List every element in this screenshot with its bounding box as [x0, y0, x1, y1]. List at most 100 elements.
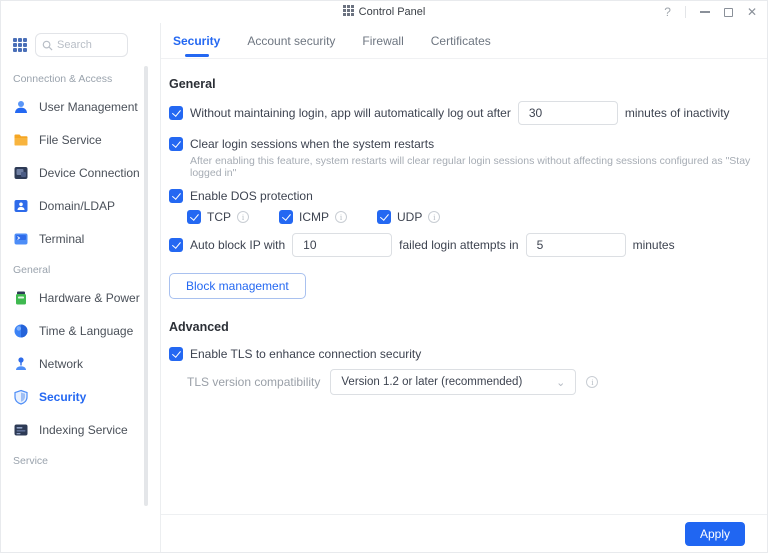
sidebar-item-label: Domain/LDAP	[39, 198, 115, 215]
sidebar-item-device-connection[interactable]: Device Connection	[13, 165, 160, 182]
folder-icon	[13, 132, 29, 148]
sidebar-nav: Connection & Access User Management File…	[1, 73, 160, 467]
protocol-tcp: TCP i	[187, 210, 249, 224]
tls-version-dropdown[interactable]: Version 1.2 or later (recommended) ⌄	[330, 369, 576, 395]
enable-tls-row: Enable TLS to enhance connection securit…	[169, 347, 755, 361]
auto-block-minutes-input[interactable]	[526, 233, 626, 257]
sidebar-item-security[interactable]: Security	[13, 389, 160, 406]
sidebar-item-label: Network	[39, 356, 83, 373]
udp-checkbox[interactable]	[377, 210, 391, 224]
tab-security[interactable]: Security	[173, 23, 220, 59]
auto-logout-label-before: Without maintaining login, app will auto…	[190, 106, 511, 120]
icmp-info-icon[interactable]: i	[335, 211, 347, 223]
dos-protocols-row: TCP i ICMP i UDP i	[187, 210, 755, 224]
protocol-icmp: ICMP i	[279, 210, 347, 224]
general-heading: General	[169, 77, 755, 91]
footer-bar: Apply	[161, 514, 767, 552]
search-box[interactable]	[35, 33, 128, 57]
sidebar-item-network[interactable]: Network	[13, 356, 160, 373]
tls-version-label: TLS version compatibility	[187, 375, 320, 389]
clear-sessions-checkbox[interactable]	[169, 137, 183, 151]
icmp-label: ICMP	[299, 210, 329, 224]
tab-bar: Security Account security Firewall Certi…	[161, 23, 767, 59]
auto-logout-minutes-input[interactable]	[518, 101, 618, 125]
protocol-udp: UDP i	[377, 210, 440, 224]
user-icon	[13, 99, 29, 115]
auto-block-label-middle: failed login attempts in	[399, 238, 518, 252]
udp-label: UDP	[397, 210, 422, 224]
tab-account-security[interactable]: Account security	[247, 23, 335, 59]
clear-sessions-row: Clear login sessions when the system res…	[169, 137, 755, 179]
sidebar-item-terminal[interactable]: Terminal	[13, 231, 160, 248]
titlebar-divider	[685, 6, 686, 18]
tab-certificates[interactable]: Certificates	[431, 23, 491, 59]
search-input[interactable]	[57, 39, 117, 51]
network-icon	[13, 356, 29, 372]
tab-firewall[interactable]: Firewall	[362, 23, 403, 59]
sidebar-item-label: Hardware & Power	[39, 290, 140, 307]
close-icon[interactable]: ✕	[747, 6, 757, 18]
sidebar-item-label: Indexing Service	[39, 422, 128, 439]
tls-info-icon[interactable]: i	[586, 376, 598, 388]
apply-button[interactable]: Apply	[685, 522, 745, 546]
sidebar-item-label: User Management	[39, 99, 138, 116]
sidebar-item-label: Terminal	[39, 231, 84, 248]
titlebar: Control Panel ? ✕	[1, 1, 767, 23]
section-label-connection-access: Connection & Access	[13, 73, 160, 85]
auto-block-checkbox[interactable]	[169, 238, 183, 252]
dos-protection-label: Enable DOS protection	[190, 189, 313, 203]
maximize-icon[interactable]	[724, 8, 733, 17]
dos-protection-row: Enable DOS protection	[169, 189, 755, 203]
sidebar-item-domain-ldap[interactable]: Domain/LDAP	[13, 198, 160, 215]
sidebar-item-indexing-service[interactable]: Indexing Service	[13, 422, 160, 439]
clear-sessions-label: Clear login sessions when the system res…	[190, 137, 434, 151]
auto-logout-label-after: minutes of inactivity	[625, 106, 730, 120]
search-icon	[42, 40, 53, 51]
sidebar-item-label: File Service	[39, 132, 102, 149]
clear-sessions-description: After enabling this feature, system rest…	[190, 155, 755, 179]
sidebar-item-label: Security	[39, 389, 86, 406]
section-label-general: General	[13, 264, 160, 276]
tls-version-value: Version 1.2 or later (recommended)	[341, 376, 522, 388]
tcp-label: TCP	[207, 210, 231, 224]
enable-tls-label: Enable TLS to enhance connection securit…	[190, 347, 421, 361]
window-title: Control Panel	[359, 6, 426, 18]
dos-protection-checkbox[interactable]	[169, 189, 183, 203]
sidebar-item-file-service[interactable]: File Service	[13, 132, 160, 149]
tls-version-row: TLS version compatibility Version 1.2 or…	[187, 369, 755, 395]
shield-icon	[13, 389, 29, 405]
tcp-info-icon[interactable]: i	[237, 211, 249, 223]
enable-tls-checkbox[interactable]	[169, 347, 183, 361]
sidebar-item-label: Time & Language	[39, 323, 133, 340]
tcp-checkbox[interactable]	[187, 210, 201, 224]
domain-icon	[13, 198, 29, 214]
auto-logout-row: Without maintaining login, app will auto…	[169, 101, 755, 125]
device-icon	[13, 165, 29, 181]
udp-info-icon[interactable]: i	[428, 211, 440, 223]
indexing-icon	[13, 422, 29, 438]
main-panel: Security Account security Firewall Certi…	[161, 23, 767, 552]
section-label-service: Service	[13, 455, 160, 467]
icmp-checkbox[interactable]	[279, 210, 293, 224]
sidebar-item-hardware-power[interactable]: Hardware & Power	[13, 290, 160, 307]
sidebar: Connection & Access User Management File…	[1, 23, 161, 552]
chevron-down-icon: ⌄	[556, 376, 565, 389]
sidebar-item-time-language[interactable]: Time & Language	[13, 323, 160, 340]
sidebar-item-user-management[interactable]: User Management	[13, 99, 160, 116]
control-panel-window: Control Panel ? ✕ Connection & Access	[0, 0, 768, 553]
apps-grid-icon[interactable]	[13, 38, 27, 52]
auto-block-label-after: minutes	[633, 238, 675, 252]
auto-logout-checkbox[interactable]	[169, 106, 183, 120]
auto-block-label-before: Auto block IP with	[190, 238, 285, 252]
security-settings-content: General Without maintaining login, app w…	[161, 59, 767, 514]
auto-block-row: Auto block IP with failed login attempts…	[169, 233, 755, 257]
block-management-button[interactable]: Block management	[169, 273, 306, 299]
globe-icon	[13, 323, 29, 339]
battery-icon	[13, 290, 29, 306]
minimize-icon[interactable]	[700, 11, 710, 13]
help-icon[interactable]: ?	[664, 5, 671, 19]
auto-block-attempts-input[interactable]	[292, 233, 392, 257]
advanced-heading: Advanced	[169, 320, 755, 334]
sidebar-scrollbar[interactable]	[144, 66, 148, 506]
terminal-icon	[13, 231, 29, 247]
